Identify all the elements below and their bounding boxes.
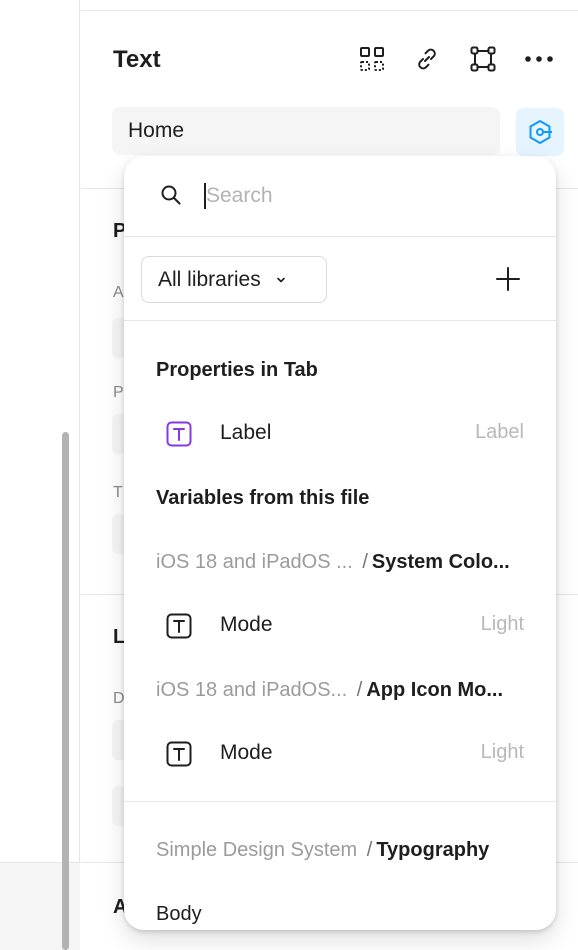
panel-top-divider <box>81 10 578 11</box>
search-icon <box>159 183 183 212</box>
collection-path: iOS 18 and iPadOS ... / System Colo... <box>156 551 548 574</box>
panel-title: Text <box>113 46 161 73</box>
item-value: Light <box>480 741 524 763</box>
list-item[interactable]: Label Label <box>124 409 556 457</box>
group-heading: Properties in Tab <box>156 359 318 381</box>
field-label: T <box>113 484 123 501</box>
path-separator: / <box>362 551 368 573</box>
item-value: Label <box>475 421 524 443</box>
text-type-icon <box>166 421 192 452</box>
apply-variable-button[interactable] <box>516 108 564 156</box>
list-divider <box>124 801 556 802</box>
field-label: D <box>113 690 125 707</box>
collection-path: Simple Design System / Typography <box>156 839 548 862</box>
variable-icon <box>529 120 552 144</box>
text-type-icon <box>166 741 192 772</box>
collection-path: iOS 18 and iPadOS... / App Icon Mo... <box>156 679 548 702</box>
list-item[interactable]: Mode Light <box>124 729 556 777</box>
field-label: A <box>113 284 124 301</box>
variable-picker-dropdown: All libraries Properties in Tab Label <box>124 156 556 930</box>
field-label: P <box>113 384 124 401</box>
item-label: Mode <box>220 613 273 636</box>
search-input[interactable] <box>206 178 526 214</box>
more-icon[interactable] <box>524 44 554 74</box>
path-library: Simple Design System <box>156 839 358 861</box>
path-collection: System Colo... <box>371 551 510 573</box>
link-icon[interactable] <box>412 44 442 74</box>
library-select[interactable]: All libraries <box>141 256 327 303</box>
library-filter-row: All libraries <box>124 237 556 321</box>
item-value: Light <box>480 613 524 635</box>
item-label: Label <box>220 421 272 444</box>
path-collection: Typography <box>376 839 490 861</box>
item-label: Mode <box>220 741 273 764</box>
chevron-down-icon <box>275 268 287 292</box>
path-separator: / <box>356 679 363 701</box>
add-variable-button[interactable] <box>490 261 526 297</box>
path-library: iOS 18 and iPadOS... <box>156 679 348 701</box>
list-item[interactable]: Mode Light <box>124 601 556 649</box>
frame-icon[interactable] <box>468 44 498 74</box>
search-row <box>124 156 556 237</box>
path-separator: / <box>366 839 373 861</box>
path-library: iOS 18 and iPadOS ... <box>156 551 353 573</box>
canvas-scrollbar[interactable] <box>62 432 69 950</box>
group-heading: Variables from this file <box>156 487 370 509</box>
layer-name-value: Home <box>128 119 185 142</box>
grid-select-icon[interactable] <box>357 44 387 74</box>
plus-icon <box>496 267 520 291</box>
path-collection: App Icon Mo... <box>366 679 504 701</box>
layer-name-field[interactable]: Home <box>112 107 500 155</box>
text-type-icon <box>166 613 192 644</box>
library-select-value: All libraries <box>158 267 261 291</box>
list-item-label[interactable]: Body <box>156 903 202 926</box>
